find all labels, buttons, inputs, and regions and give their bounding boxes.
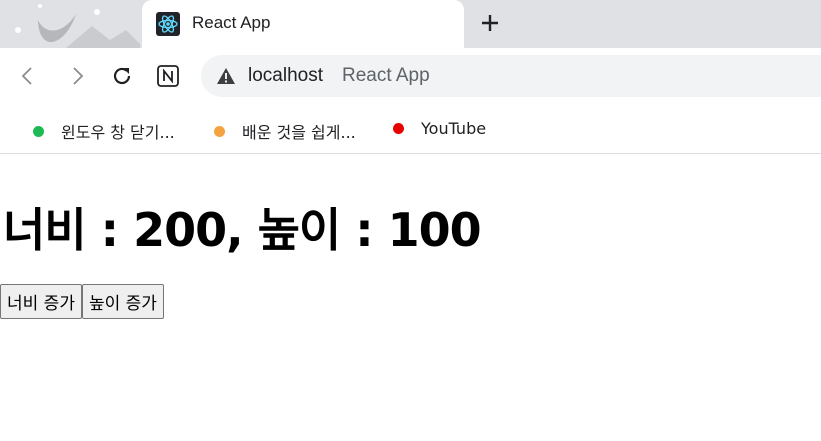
reload-button[interactable] [108,62,136,90]
address-page-title: React App [342,65,430,86]
page-content: 너비 : 200, 높이 : 100 너비 증가 높이 증가 [0,154,821,441]
bookmark-item[interactable]: YouTube [393,119,486,138]
bookmark-dot-icon [214,125,225,137]
notion-icon [157,65,179,87]
address-host: localhost [248,65,323,86]
warning-triangle-icon[interactable] [216,67,236,85]
bookmark-item[interactable]: 배운 것을 쉽게... [214,119,356,143]
active-tab[interactable]: React App [142,0,464,48]
notion-extension-button[interactable] [154,62,182,90]
bookmarks-bar: 윈도우 창 닫기... 배운 것을 쉽게... YouTube [0,104,821,154]
react-atom-icon [156,12,180,36]
reload-icon [113,67,131,85]
browser-theme-decoration [15,4,140,48]
bookmark-dot-icon [33,125,44,137]
tab-title: React App [192,13,271,32]
arrow-left-icon [21,67,32,85]
back-button[interactable] [14,62,42,90]
address-bar[interactable]: localhost React App [201,55,821,97]
bookmark-item[interactable]: 윈도우 창 닫기... [33,119,175,143]
bookmark-dot-icon [393,123,404,134]
plus-icon [482,15,498,31]
forward-button[interactable] [63,62,91,90]
tab-strip: React App [0,0,821,48]
arrow-right-icon [73,67,84,85]
new-tab-button[interactable] [476,9,504,37]
bookmark-label: 배운 것을 쉽게... [242,123,356,142]
increase-height-button[interactable]: 높이 증가 [81,284,164,319]
button-group: 너비 증가 높이 증가 [0,284,164,319]
increase-width-button[interactable]: 너비 증가 [0,284,82,319]
bookmark-label: 윈도우 창 닫기... [61,123,175,142]
browser-toolbar: localhost React App [0,48,821,104]
dimensions-heading: 너비 : 200, 높이 : 100 [3,203,482,257]
bookmark-label: YouTube [421,119,487,138]
